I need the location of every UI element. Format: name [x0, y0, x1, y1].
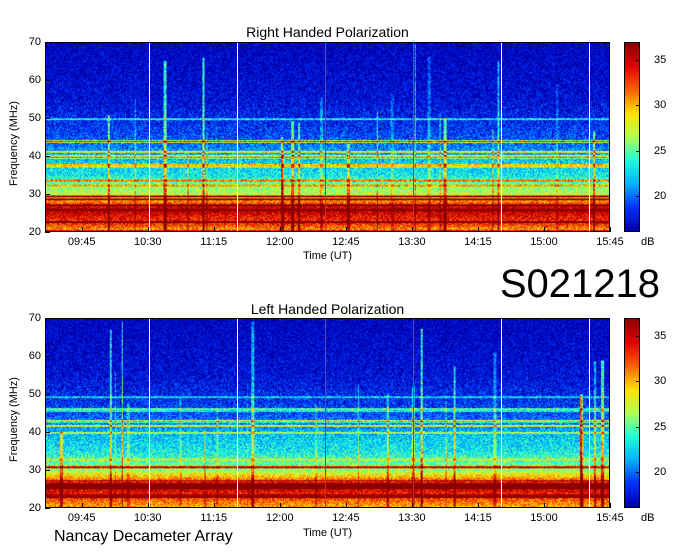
spectrogram-plot	[45, 318, 610, 508]
x-tick-label: 15:45	[596, 512, 624, 524]
colorbar-tick	[636, 336, 640, 338]
colorbar-tick-label: 35	[654, 330, 667, 343]
x-tick-label: 13:30	[398, 512, 426, 524]
x-tick-label: 12:45	[332, 512, 360, 524]
colorbar-tick-label: 30	[654, 375, 667, 388]
time-marker-red	[324, 319, 326, 507]
instrument-name: Nancay Decameter Array	[54, 528, 233, 545]
x-tick-label: 09:45	[67, 512, 96, 524]
y-tick-label: 50	[28, 388, 41, 400]
x-tick-label: 15:00	[530, 512, 558, 524]
time-marker-red	[412, 319, 414, 507]
x-tick	[610, 503, 611, 508]
x-tick	[81, 503, 83, 508]
time-marker-white	[236, 319, 238, 507]
y-tick-label: 60	[28, 350, 41, 362]
x-tick-label: 10:30	[133, 512, 162, 524]
y-axis-label: Frequency (MHz)	[8, 377, 20, 462]
colorbar	[624, 318, 640, 508]
x-tick	[345, 503, 347, 508]
y-tick-label: 70	[28, 312, 41, 324]
panel-left-handed: Left Handed Polarization Frequency (MHz)…	[0, 0, 680, 552]
y-tick-label: 30	[28, 464, 41, 476]
x-tick	[147, 503, 149, 508]
x-tick	[411, 503, 413, 508]
colorbar-tick-label: 20	[654, 465, 667, 478]
y-tick	[45, 318, 50, 319]
colorbar-tick	[636, 471, 640, 473]
time-marker-white	[500, 319, 502, 507]
x-tick-label: 11:15	[200, 512, 228, 524]
spectrogram-canvas	[46, 319, 609, 507]
x-tick	[543, 503, 545, 508]
chart-title: Left Handed Polarization	[250, 301, 405, 317]
y-tick	[45, 432, 50, 433]
x-tick-label: 12:00	[266, 512, 294, 524]
colorbar-tick	[636, 381, 640, 383]
x-tick	[213, 503, 215, 508]
y-tick-label: 20	[28, 502, 41, 514]
colorbar-unit: dB	[641, 512, 655, 524]
colorbar-tick-label: 25	[654, 420, 667, 433]
colorbar-tick	[636, 426, 640, 428]
y-tick	[45, 470, 50, 471]
y-tick	[45, 508, 50, 509]
x-tick-label: 14:15	[464, 512, 492, 524]
time-marker-white	[148, 319, 150, 507]
x-tick	[279, 503, 281, 508]
x-tick	[477, 503, 479, 508]
y-tick	[45, 394, 50, 395]
y-tick	[45, 356, 50, 357]
y-tick-label: 40	[28, 426, 41, 438]
time-marker-white	[588, 319, 590, 507]
